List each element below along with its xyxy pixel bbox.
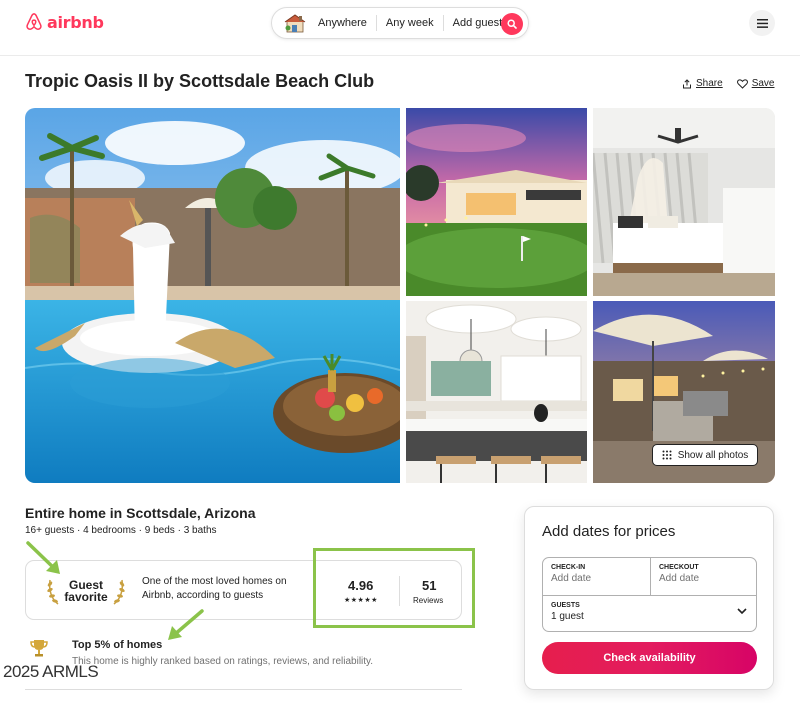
photo-bedroom[interactable] [593,108,775,296]
annotation-arrow-icon [26,541,60,574]
date-guest-picker: CHECK-IN Add date CHECKOUT Add date GUES… [542,557,757,632]
highlight-description: This home is highly ranked based on rati… [72,656,374,667]
top-nav: airbnb Anywhere Any week Add guests [0,0,800,56]
listing-actions: Share Save [682,78,774,89]
show-all-photos-button[interactable]: Show all photos [652,444,758,466]
search-bar[interactable]: Anywhere Any week Add guests [271,7,529,39]
show-all-photos-label: Show all photos [677,449,749,461]
logo-text: airbnb [47,12,104,32]
save-label: Save [751,78,775,89]
highlight-title: Top 5% of homes [72,639,163,651]
share-label: Share [696,78,723,89]
guests-label: GUESTS [551,602,580,609]
laurel-right-icon [113,579,125,605]
menu-button[interactable] [749,10,775,36]
check-availability-button[interactable]: Check availability [542,642,757,674]
annotation-highlight-box [313,548,475,628]
checkin-label: CHECK-IN [551,564,586,571]
checkout-field[interactable]: CHECKOUT Add date [651,558,757,596]
grid-icon [662,450,672,460]
photo-pool[interactable] [25,108,400,483]
copyright-watermark: 2025 ARMLS [3,662,99,681]
guests-field[interactable]: GUESTS 1 guest [543,596,757,632]
checkout-value: Add date [659,573,700,584]
section-divider [25,689,462,690]
share-button[interactable]: Share [682,78,723,89]
trophy-icon [30,640,48,657]
search-icon [507,19,517,29]
checkin-value: Add date [551,573,592,584]
airbnb-logo-icon [26,13,42,30]
listing-subtitle: Entire home in Scottsdale, Arizona [25,505,256,521]
laurel-left-icon [47,579,59,605]
listing-title: Tropic Oasis II by Scottsdale Beach Club [25,71,375,91]
photo-kitchen[interactable] [406,301,587,483]
share-icon [683,78,691,88]
annotation-arrow-icon [168,609,204,640]
heart-icon [736,78,748,89]
checkout-label: CHECKOUT [659,564,699,571]
save-button[interactable]: Save [736,78,775,89]
home-icon [281,12,309,34]
chevron-down-icon [737,608,747,615]
menu-icon [756,18,768,28]
search-button[interactable] [501,13,523,35]
search-dates[interactable]: Any week [377,17,443,29]
booking-title: Add dates for prices [542,523,676,540]
photo-putting-green[interactable] [406,108,587,296]
booking-widget: Add dates for prices CHECK-IN Add date C… [524,506,774,690]
listing-details: 16+ guests · 4 bedrooms · 9 beds · 3 bat… [25,525,217,536]
checkin-field[interactable]: CHECK-IN Add date [543,558,651,596]
guest-favorite-label: Guest favorite [64,578,108,604]
guests-value: 1 guest [551,611,584,622]
guest-favorite-description: One of the most loved homes on Airbnb, a… [142,576,287,601]
search-location[interactable]: Anywhere [309,17,376,29]
airbnb-logo[interactable]: airbnb [24,12,104,32]
